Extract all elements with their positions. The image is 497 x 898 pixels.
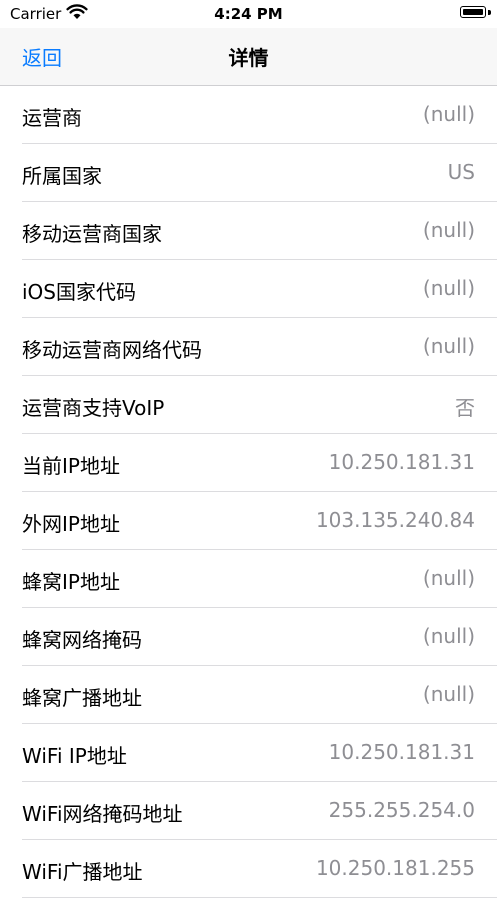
row-label: 移动运营商网络代码: [22, 338, 202, 362]
status-bar: Carrier 4:24 PM: [0, 0, 497, 28]
navigation-bar: 返回 详情: [0, 28, 497, 86]
battery-tip: [488, 10, 491, 15]
list-item: 运营商 (null): [0, 86, 497, 144]
row-value: 10.250.181.31: [328, 740, 475, 764]
detail-list: 运营商 (null) 所属国家 US 移动运营商国家 (null) iOS国家代码 (null…: [0, 86, 497, 898]
row-value: (null): [422, 334, 475, 358]
row-label: 移动运营商国家: [22, 222, 162, 246]
list-item: 运营商支持VoIP 否: [0, 376, 497, 434]
row-label: 外网IP地址: [22, 512, 120, 536]
list-item: 所属国家 US: [0, 144, 497, 202]
row-label: 运营商: [22, 106, 82, 130]
list-item: iOS国家代码 (null): [0, 260, 497, 318]
row-value: 103.135.240.84: [315, 508, 475, 532]
row-label: WiFi网络掩码地址: [22, 802, 183, 826]
list-item: 移动运营商网络代码 (null): [0, 318, 497, 376]
row-label: 运营商支持VoIP: [22, 396, 165, 420]
row-value: (null): [422, 276, 475, 300]
row-label: WiFi IP地址: [22, 744, 127, 768]
list-item: 蜂窝广播地址 (null): [0, 666, 497, 724]
row-value: 10.250.181.255: [315, 856, 475, 880]
row-label: 所属国家: [22, 164, 102, 188]
row-label: 蜂窝IP地址: [22, 570, 120, 594]
page-title: 详情: [228, 46, 269, 70]
row-value: (null): [422, 682, 475, 706]
list-item: WiFi IP地址 10.250.181.31: [0, 724, 497, 782]
row-value: 255.255.254.0: [328, 798, 475, 822]
row-value: US: [447, 160, 475, 184]
list-item: WiFi网络掩码地址 255.255.254.0: [0, 782, 497, 840]
battery-icon: [460, 6, 486, 18]
battery-level: [463, 9, 483, 15]
row-value: 否: [455, 396, 475, 420]
row-value: (null): [422, 218, 475, 242]
row-value: (null): [422, 102, 475, 126]
list-item: 当前IP地址 10.250.181.31: [0, 434, 497, 492]
list-item: 移动运营商国家 (null): [0, 202, 497, 260]
list-item: 蜂窝IP地址 (null): [0, 550, 497, 608]
row-label: iOS国家代码: [22, 280, 136, 304]
list-item: 蜂窝网络掩码 (null): [0, 608, 497, 666]
row-label: 当前IP地址: [22, 454, 120, 478]
row-value: (null): [422, 624, 475, 648]
row-value: 10.250.181.31: [328, 450, 475, 474]
row-label: WiFi广播地址: [22, 860, 143, 884]
list-item: WiFi广播地址 10.250.181.255: [0, 840, 497, 898]
list-item: 外网IP地址 103.135.240.84: [0, 492, 497, 550]
row-label: 蜂窝广播地址: [22, 686, 142, 710]
row-value: (null): [422, 566, 475, 590]
status-time: 4:24 PM: [214, 5, 283, 23]
row-label: 蜂窝网络掩码: [22, 628, 142, 652]
